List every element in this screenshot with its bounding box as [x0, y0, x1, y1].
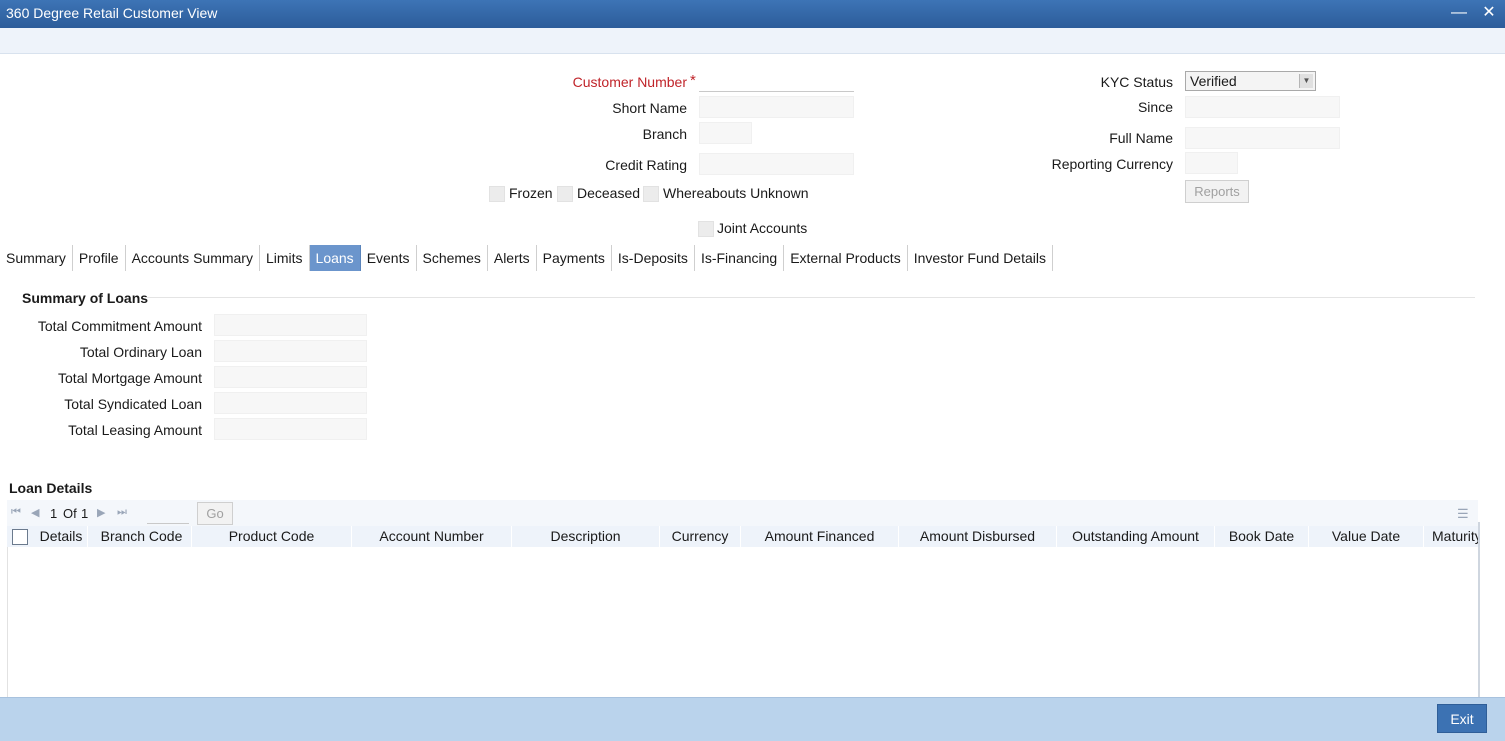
- deceased-label: Deceased: [577, 185, 641, 201]
- footer-bar: [0, 697, 1505, 741]
- select-all-checkbox[interactable]: [12, 529, 28, 545]
- customer-number-input[interactable]: [699, 70, 854, 92]
- pagination-bar: ⏮ ◀ 1 Of 1 ▶ ⏭ Go ☰: [7, 500, 1478, 526]
- total-ordinary-loan-field[interactable]: [214, 340, 367, 362]
- tab-payments[interactable]: Payments: [537, 245, 612, 271]
- total-syndicated-loan-field[interactable]: [214, 392, 367, 414]
- joint-accounts-checkbox[interactable]: [698, 221, 714, 237]
- window-title: 360 Degree Retail Customer View: [6, 5, 218, 21]
- credit-rating-label: Credit Rating: [605, 157, 687, 173]
- grid-scrollbar[interactable]: [1478, 522, 1480, 697]
- page-number-input[interactable]: [147, 502, 189, 524]
- total-leasing-amount-field[interactable]: [214, 418, 367, 440]
- tab-external-products[interactable]: External Products: [784, 245, 908, 271]
- go-button[interactable]: Go: [197, 502, 233, 525]
- column-header-value-date[interactable]: Value Date: [1309, 526, 1424, 547]
- total-commitment-amount-label: Total Commitment Amount: [37, 318, 202, 334]
- window-titlebar: 360 Degree Retail Customer View — ✕: [0, 0, 1505, 28]
- tab-profile[interactable]: Profile: [73, 245, 126, 271]
- chevron-down-icon[interactable]: ▼: [1299, 74, 1313, 88]
- tab-alerts[interactable]: Alerts: [488, 245, 537, 271]
- reporting-currency-field[interactable]: [1185, 152, 1238, 174]
- tab-investor-fund-details[interactable]: Investor Fund Details: [908, 245, 1053, 271]
- short-name-label: Short Name: [612, 100, 687, 116]
- tab-is-deposits[interactable]: Is-Deposits: [612, 245, 695, 271]
- next-page-icon[interactable]: ▶: [97, 506, 105, 519]
- loan-details-title: Loan Details: [9, 480, 93, 496]
- tab-limits[interactable]: Limits: [260, 245, 310, 271]
- page-of-label: Of: [63, 506, 77, 521]
- tab-schemes[interactable]: Schemes: [417, 245, 488, 271]
- close-icon[interactable]: ✕: [1479, 3, 1499, 23]
- total-leasing-amount-label: Total Leasing Amount: [68, 422, 202, 438]
- kyc-status-label: KYC Status: [1100, 74, 1173, 90]
- full-name-field[interactable]: [1185, 127, 1340, 149]
- reporting-currency-label: Reporting Currency: [1051, 156, 1173, 172]
- since-label: Since: [1137, 99, 1173, 115]
- section-divider: [145, 297, 1475, 298]
- whereabouts-unknown-label: Whereabouts Unknown: [663, 185, 809, 201]
- branch-label: Branch: [642, 126, 687, 142]
- total-commitment-amount-field[interactable]: [214, 314, 367, 336]
- current-page: 1: [50, 506, 58, 521]
- frozen-label: Frozen: [509, 185, 553, 201]
- kyc-status-value: Verified: [1190, 73, 1237, 89]
- reports-button[interactable]: Reports: [1185, 180, 1249, 203]
- column-header-currency[interactable]: Currency: [660, 526, 741, 547]
- column-header-product-code[interactable]: Product Code: [192, 526, 352, 547]
- summary-of-loans-title: Summary of Loans: [22, 290, 149, 306]
- column-header-maturity[interactable]: Maturity: [1424, 526, 1478, 547]
- frozen-checkbox[interactable]: [489, 186, 505, 202]
- short-name-field[interactable]: [699, 96, 854, 118]
- full-name-label: Full Name: [1109, 130, 1173, 146]
- total-mortgage-amount-field[interactable]: [214, 366, 367, 388]
- last-page-icon[interactable]: ⏭: [117, 506, 127, 519]
- exit-button[interactable]: Exit: [1437, 704, 1487, 733]
- column-header-account-number[interactable]: Account Number: [352, 526, 512, 547]
- total-ordinary-loan-label: Total Ordinary Loan: [79, 344, 202, 360]
- total-mortgage-amount-label: Total Mortgage Amount: [58, 370, 202, 386]
- customer-number-label: Customer Number: [572, 74, 687, 90]
- column-header-amount-financed[interactable]: Amount Financed: [741, 526, 899, 547]
- credit-rating-field[interactable]: [699, 153, 854, 175]
- total-syndicated-loan-label: Total Syndicated Loan: [64, 396, 202, 412]
- tab-bar: Summary Profile Accounts Summary Limits …: [0, 245, 1053, 271]
- column-header-outstanding-amount[interactable]: Outstanding Amount: [1057, 526, 1215, 547]
- toolbar-strip: [0, 28, 1505, 54]
- tab-events[interactable]: Events: [361, 245, 417, 271]
- loan-details-grid-body: [7, 547, 1479, 697]
- column-header-branch-code[interactable]: Branch Code: [92, 526, 192, 547]
- whereabouts-unknown-checkbox[interactable]: [643, 186, 659, 202]
- tab-is-financing[interactable]: Is-Financing: [695, 245, 785, 271]
- column-header-details[interactable]: Details: [35, 526, 88, 547]
- joint-accounts-label: Joint Accounts: [717, 220, 808, 236]
- tab-loans[interactable]: Loans: [309, 245, 361, 271]
- branch-field[interactable]: [699, 122, 752, 144]
- minimize-icon[interactable]: —: [1449, 3, 1469, 23]
- column-header-amount-disbursed[interactable]: Amount Disbursed: [899, 526, 1057, 547]
- tab-summary[interactable]: Summary: [0, 245, 73, 271]
- column-header-book-date[interactable]: Book Date: [1215, 526, 1309, 547]
- deceased-checkbox[interactable]: [557, 186, 573, 202]
- tab-accounts-summary[interactable]: Accounts Summary: [126, 245, 260, 271]
- grid-settings-icon[interactable]: ☰: [1457, 506, 1469, 522]
- total-pages: 1: [81, 506, 89, 521]
- column-header-description[interactable]: Description: [512, 526, 660, 547]
- required-mark: *: [690, 72, 696, 89]
- kyc-status-select[interactable]: Verified ▼: [1185, 71, 1316, 91]
- first-page-icon[interactable]: ⏮: [11, 506, 21, 519]
- previous-page-icon[interactable]: ◀: [31, 506, 39, 519]
- loan-details-grid-header: Details Branch Code Product Code Account…: [7, 526, 1478, 548]
- since-field[interactable]: [1185, 96, 1340, 118]
